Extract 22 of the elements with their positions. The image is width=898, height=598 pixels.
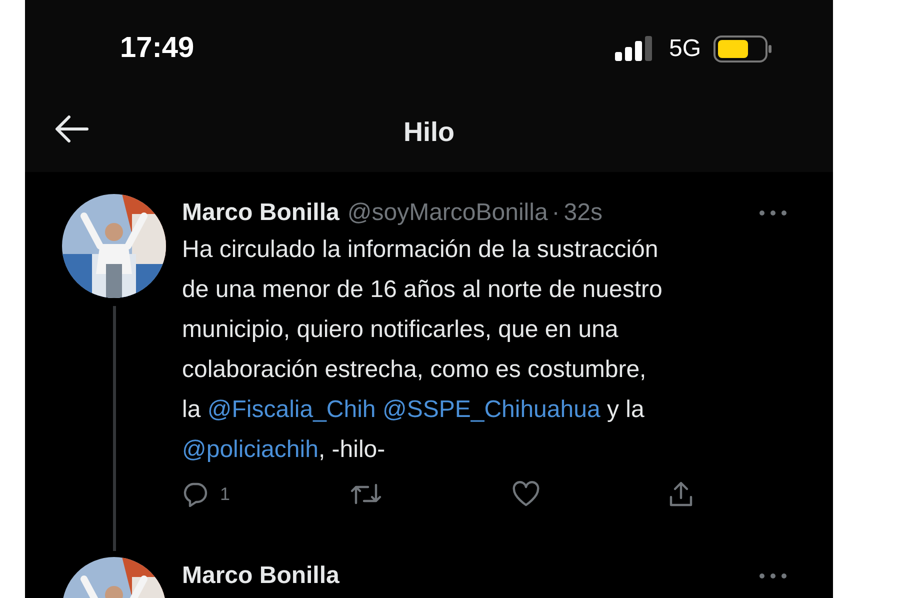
back-icon[interactable] (55, 115, 89, 143)
mention-link[interactable]: @policiachih (182, 436, 318, 463)
share-icon[interactable] (668, 480, 694, 508)
battery-icon (713, 35, 773, 63)
more-icon[interactable] (759, 573, 787, 579)
author-name: Marco Bonilla (182, 561, 340, 591)
signal-icon (614, 36, 655, 62)
network-label: 5G (668, 34, 701, 64)
author-name: Marco Bonilla (182, 198, 340, 228)
tweet-text: Ha circulado la información de la sustracción de una menor de 16 años al norte de nuestro municipio, quiero notificarles, que en una colaboración estrecha, como es costumbre, la @Fiscalia_Chih @SSPE_Chihuahua y la @policiachih, -hilo- (182, 235, 664, 465)
heart-icon[interactable] (512, 481, 540, 507)
mention-link[interactable]: @Fiscalia_Chih (207, 396, 376, 423)
clock-time: 17:49 (120, 31, 194, 66)
reply-count: 1 (220, 482, 230, 506)
more-icon[interactable] (759, 210, 787, 216)
mention-link[interactable]: @SSPE_Chihuahua (382, 396, 600, 423)
reply-icon[interactable] (182, 481, 208, 507)
retweet-icon[interactable] (350, 481, 382, 507)
separator-dot: · (552, 198, 560, 228)
page-title: Hilo (404, 116, 454, 149)
author-handle: @soyMarcoBonilla (347, 198, 548, 228)
post-time: 32s (564, 198, 602, 228)
